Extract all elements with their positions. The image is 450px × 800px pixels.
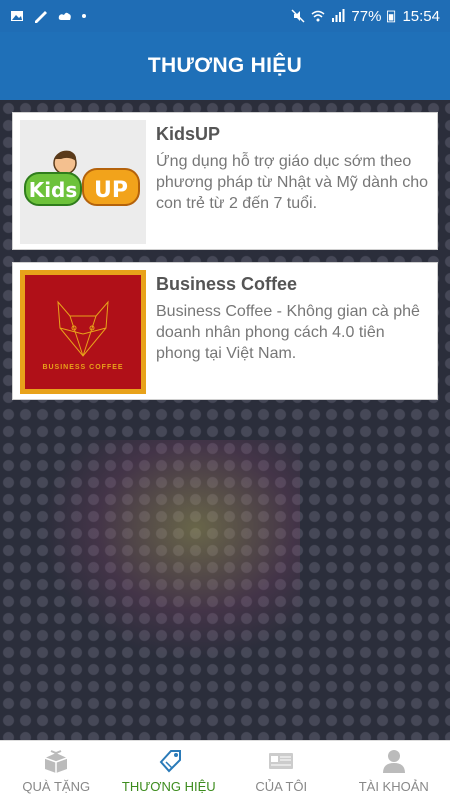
nav-label: CỦA TÔI — [255, 778, 308, 794]
edit-icon — [35, 11, 47, 23]
nav-tab-qua-tang[interactable]: QUÀ TẶNG — [0, 741, 113, 800]
card-icon — [269, 752, 294, 769]
gallery-icon — [11, 11, 23, 21]
kidsup-logo: Kids UP — [20, 120, 146, 244]
svg-text:Kids: Kids — [29, 178, 78, 202]
brand-list: Kids UP KidsUP Ứng dụng hỗ trợ giáo dục … — [0, 100, 450, 740]
nav-label: QUÀ TẶNG — [22, 778, 91, 794]
clock: 15:54 — [402, 7, 440, 25]
signal-icon — [332, 9, 345, 22]
brand-name: KidsUP — [156, 124, 221, 144]
wolf-head-icon — [57, 300, 109, 357]
svg-text:UP: UP — [94, 178, 128, 203]
mute-icon — [291, 9, 305, 23]
nav-label: TÀI KHOẢN — [358, 778, 429, 794]
nav-tab-tai-khoan[interactable]: TÀI KHOẢN — [338, 741, 450, 800]
brand-description: Business Coffee - Không gian cà phê doan… — [156, 303, 420, 362]
tag-icon — [159, 749, 181, 772]
notification-dot-icon — [82, 14, 86, 18]
brand-card-business-coffee[interactable]: BUSINESS COFFEE Business Coffee Business… — [12, 262, 438, 400]
brand-description: Ứng dụng hỗ trợ giáo dục sớm theo phương… — [156, 153, 429, 212]
kidsup-logo-icon: Kids UP — [24, 150, 140, 206]
brand-card-kidsup[interactable]: Kids UP KidsUP Ứng dụng hỗ trợ giáo dục … — [12, 112, 438, 250]
background-glow — [40, 440, 300, 660]
cloud-icon — [58, 12, 71, 20]
wifi-icon — [311, 10, 325, 22]
business-coffee-logo: BUSINESS COFFEE — [20, 270, 146, 394]
gift-box-icon — [44, 749, 68, 773]
user-icon — [382, 749, 405, 773]
nav-tab-cua-toi[interactable]: CỦA TÔI — [225, 741, 338, 800]
battery-icon — [387, 10, 396, 23]
app-header: THƯƠNG HIỆU — [0, 32, 450, 100]
battery-percent: 77% — [351, 7, 382, 25]
page-title: THƯƠNG HIỆU — [147, 54, 303, 77]
bottom-nav: QUÀ TẶNG THƯƠNG HIỆU CỦA TÔI TÀI KHOẢN — [0, 740, 450, 800]
status-bar: 77% 15:54 — [0, 0, 450, 32]
nav-label: THƯƠNG HIỆU — [121, 778, 216, 794]
nav-tab-thuong-hieu[interactable]: THƯƠNG HIỆU — [113, 741, 226, 800]
business-coffee-logo-text: BUSINESS COFFEE — [42, 363, 124, 371]
brand-name: Business Coffee — [156, 274, 298, 294]
